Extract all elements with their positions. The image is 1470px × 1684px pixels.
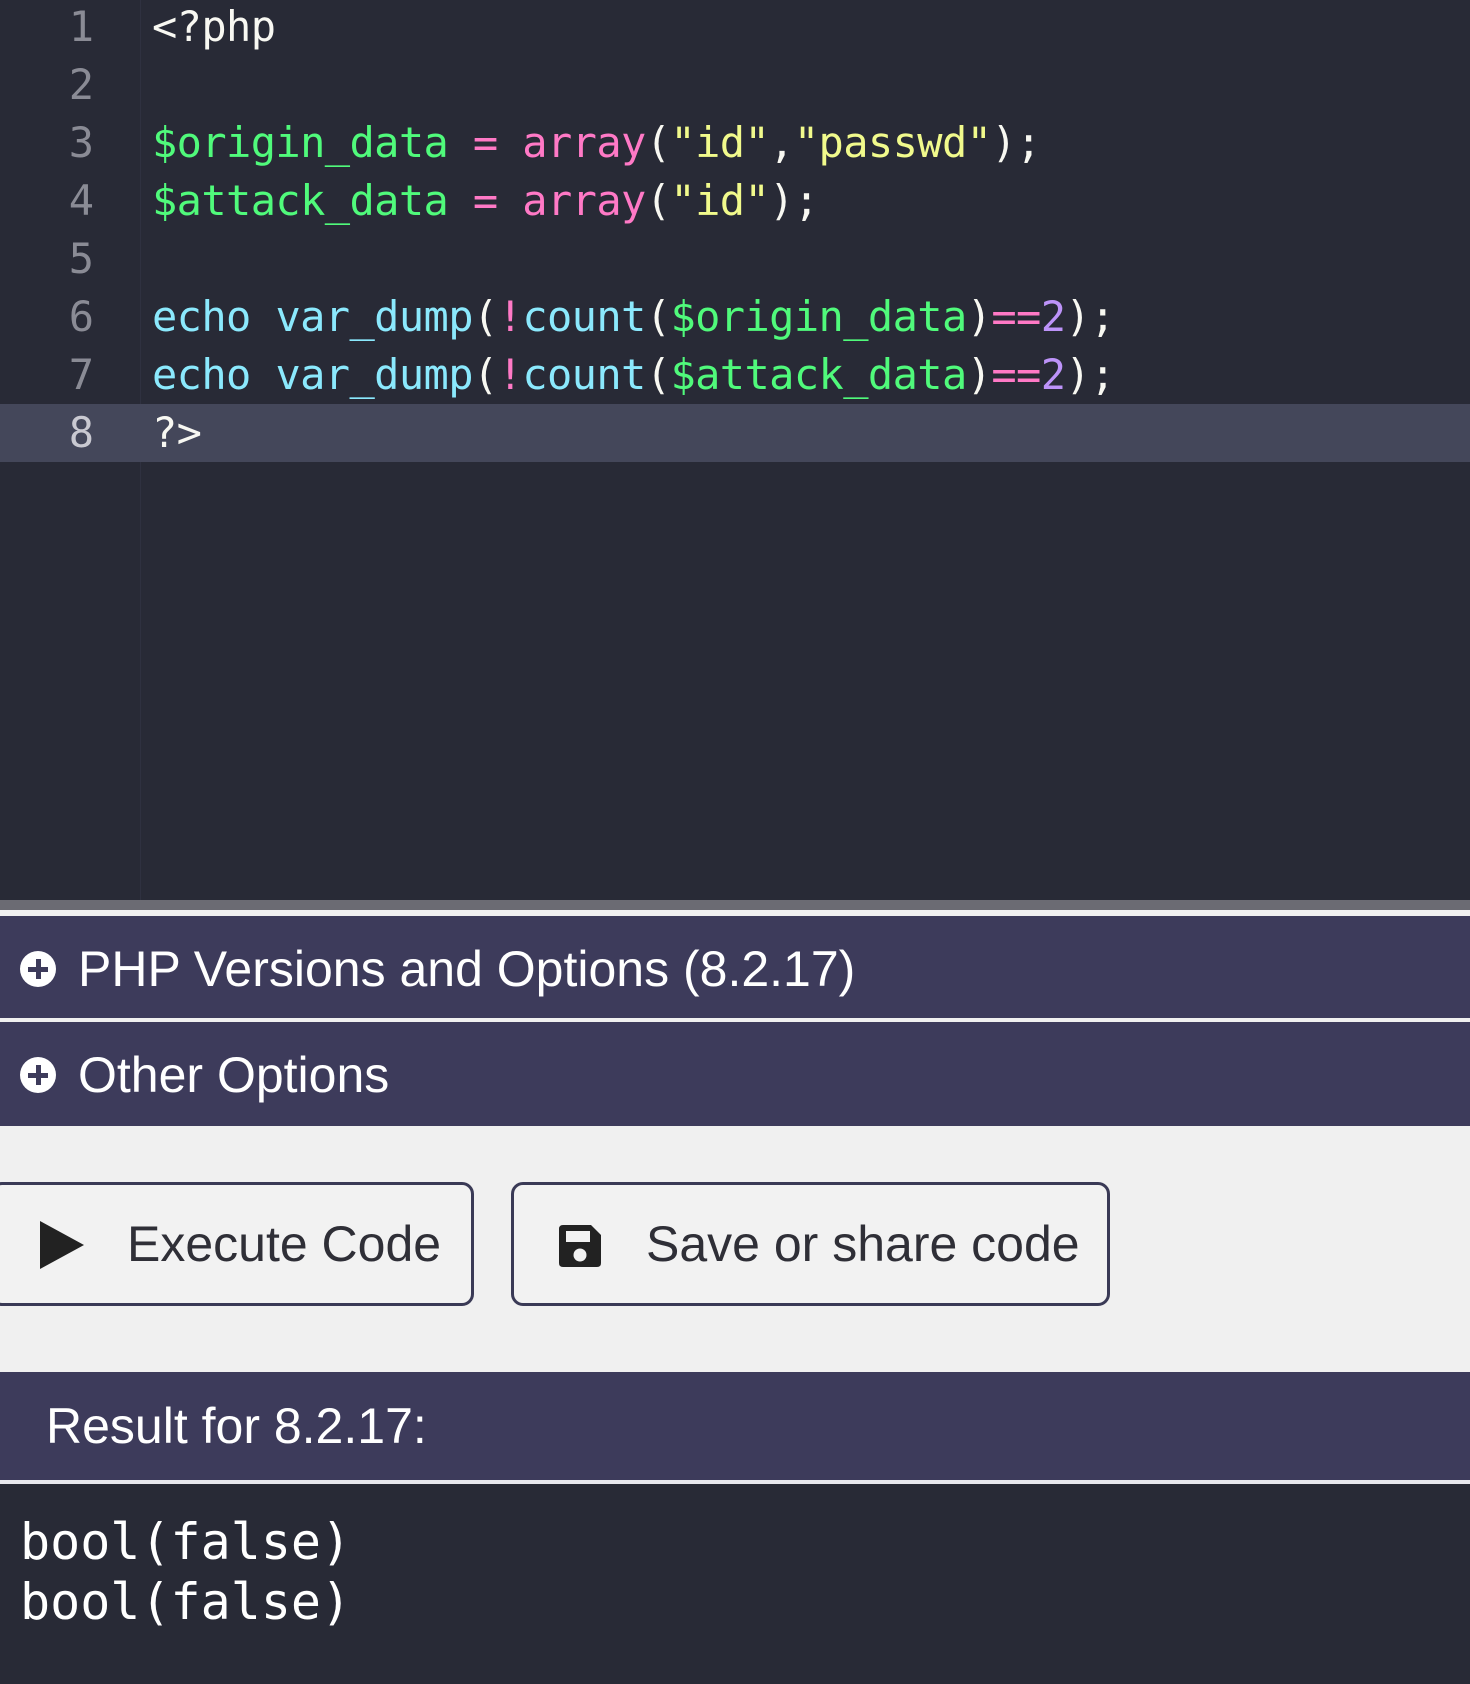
code-editor[interactable]: 1 <?php 2 3 $origin_data = array("id","passw… <box>0 0 1470 900</box>
result-title: Result for 8.2.17: <box>46 1398 427 1454</box>
code-line[interactable]: 7 echo var_dump(!count($attack_data)==2); <box>0 346 1470 404</box>
php-versions-title[interactable]: PHP Versions and Options (8.2.17) <box>78 939 855 999</box>
code-token: ); <box>1065 292 1115 341</box>
code-token: 2 <box>1040 292 1066 341</box>
code-text[interactable]: $origin_data = array("id","passwd"); <box>152 114 1041 172</box>
code-token: = <box>472 118 498 167</box>
code-token: ) <box>966 350 992 399</box>
execute-code-label: Execute Code <box>127 1216 442 1272</box>
code-line[interactable]: 2 <box>0 56 1470 114</box>
code-token: 2 <box>1040 350 1066 399</box>
code-token: "id" <box>670 118 770 167</box>
code-text[interactable]: $attack_data = array("id"); <box>152 172 819 230</box>
code-text[interactable]: ?> <box>152 404 202 462</box>
line-number: 7 <box>68 350 94 399</box>
code-token: $attack_data <box>152 176 449 225</box>
code-token: "passwd" <box>793 118 992 167</box>
plus-circle-icon[interactable] <box>20 951 56 987</box>
floppy-disk-icon <box>559 1225 601 1267</box>
code-token: $attack_data <box>670 350 967 399</box>
code-line[interactable]: 1 <?php <box>0 0 1470 56</box>
code-token: , <box>769 118 794 167</box>
code-token: ( <box>472 292 498 341</box>
code-text[interactable]: <?php <box>152 0 276 56</box>
code-line[interactable]: 6 echo var_dump(!count($origin_data)==2); <box>0 288 1470 346</box>
code-token: ( <box>645 176 671 225</box>
code-token: array <box>522 176 646 225</box>
code-token: $origin_data <box>670 292 967 341</box>
code-token: ( <box>645 292 671 341</box>
save-share-button[interactable]: Save or share code <box>511 1182 1110 1306</box>
code-token: ( <box>472 350 498 399</box>
result-header: Result for 8.2.17: <box>0 1372 1470 1480</box>
code-token: ! <box>497 350 523 399</box>
code-token: == <box>991 292 1041 341</box>
line-number: 2 <box>68 60 94 109</box>
code-line[interactable]: 3 $origin_data = array("id","passwd"); <box>0 114 1470 172</box>
code-token: ); <box>991 118 1041 167</box>
code-text[interactable]: echo var_dump(!count($origin_data)==2); <box>152 288 1115 346</box>
code-line[interactable]: 5 <box>0 230 1470 288</box>
code-token: == <box>991 350 1041 399</box>
editor-resize-bar[interactable] <box>0 900 1470 910</box>
code-token: ?> <box>152 408 202 457</box>
line-number: 8 <box>68 408 94 457</box>
output-line: bool(false) <box>20 1573 352 1631</box>
code-token: = <box>472 176 498 225</box>
code-token: count <box>522 350 646 399</box>
code-text[interactable]: echo var_dump(!count($attack_data)==2); <box>152 346 1115 404</box>
code-token: ) <box>966 292 992 341</box>
code-line[interactable]: 8 ?> <box>0 404 1470 462</box>
code-token: var_dump <box>275 350 473 399</box>
code-token: ! <box>497 292 523 341</box>
play-icon <box>40 1221 84 1269</box>
code-token: var_dump <box>275 292 473 341</box>
code-token: $origin_data <box>152 118 449 167</box>
code-token: count <box>522 292 646 341</box>
line-number: 5 <box>68 234 94 283</box>
line-number: 1 <box>68 2 94 51</box>
code-token: ); <box>1065 350 1115 399</box>
line-number: 3 <box>68 118 94 167</box>
save-share-label: Save or share code <box>646 1216 1080 1272</box>
code-token: echo <box>152 292 251 341</box>
line-number: 4 <box>68 176 94 225</box>
result-output: bool(false) bool(false) <box>0 1484 1470 1684</box>
code-token: ( <box>645 350 671 399</box>
other-options-title[interactable]: Other Options <box>78 1045 389 1105</box>
code-token: ); <box>769 176 819 225</box>
execute-code-button[interactable]: Execute Code <box>0 1182 474 1306</box>
code-token: ( <box>645 118 671 167</box>
plus-circle-icon[interactable] <box>20 1057 56 1093</box>
line-number: 6 <box>68 292 94 341</box>
code-token: echo <box>152 350 251 399</box>
code-line[interactable]: 4 $attack_data = array("id"); <box>0 172 1470 230</box>
code-token: <?php <box>152 2 276 51</box>
code-token: array <box>522 118 646 167</box>
output-line: bool(false) <box>20 1513 352 1571</box>
code-token: "id" <box>670 176 770 225</box>
